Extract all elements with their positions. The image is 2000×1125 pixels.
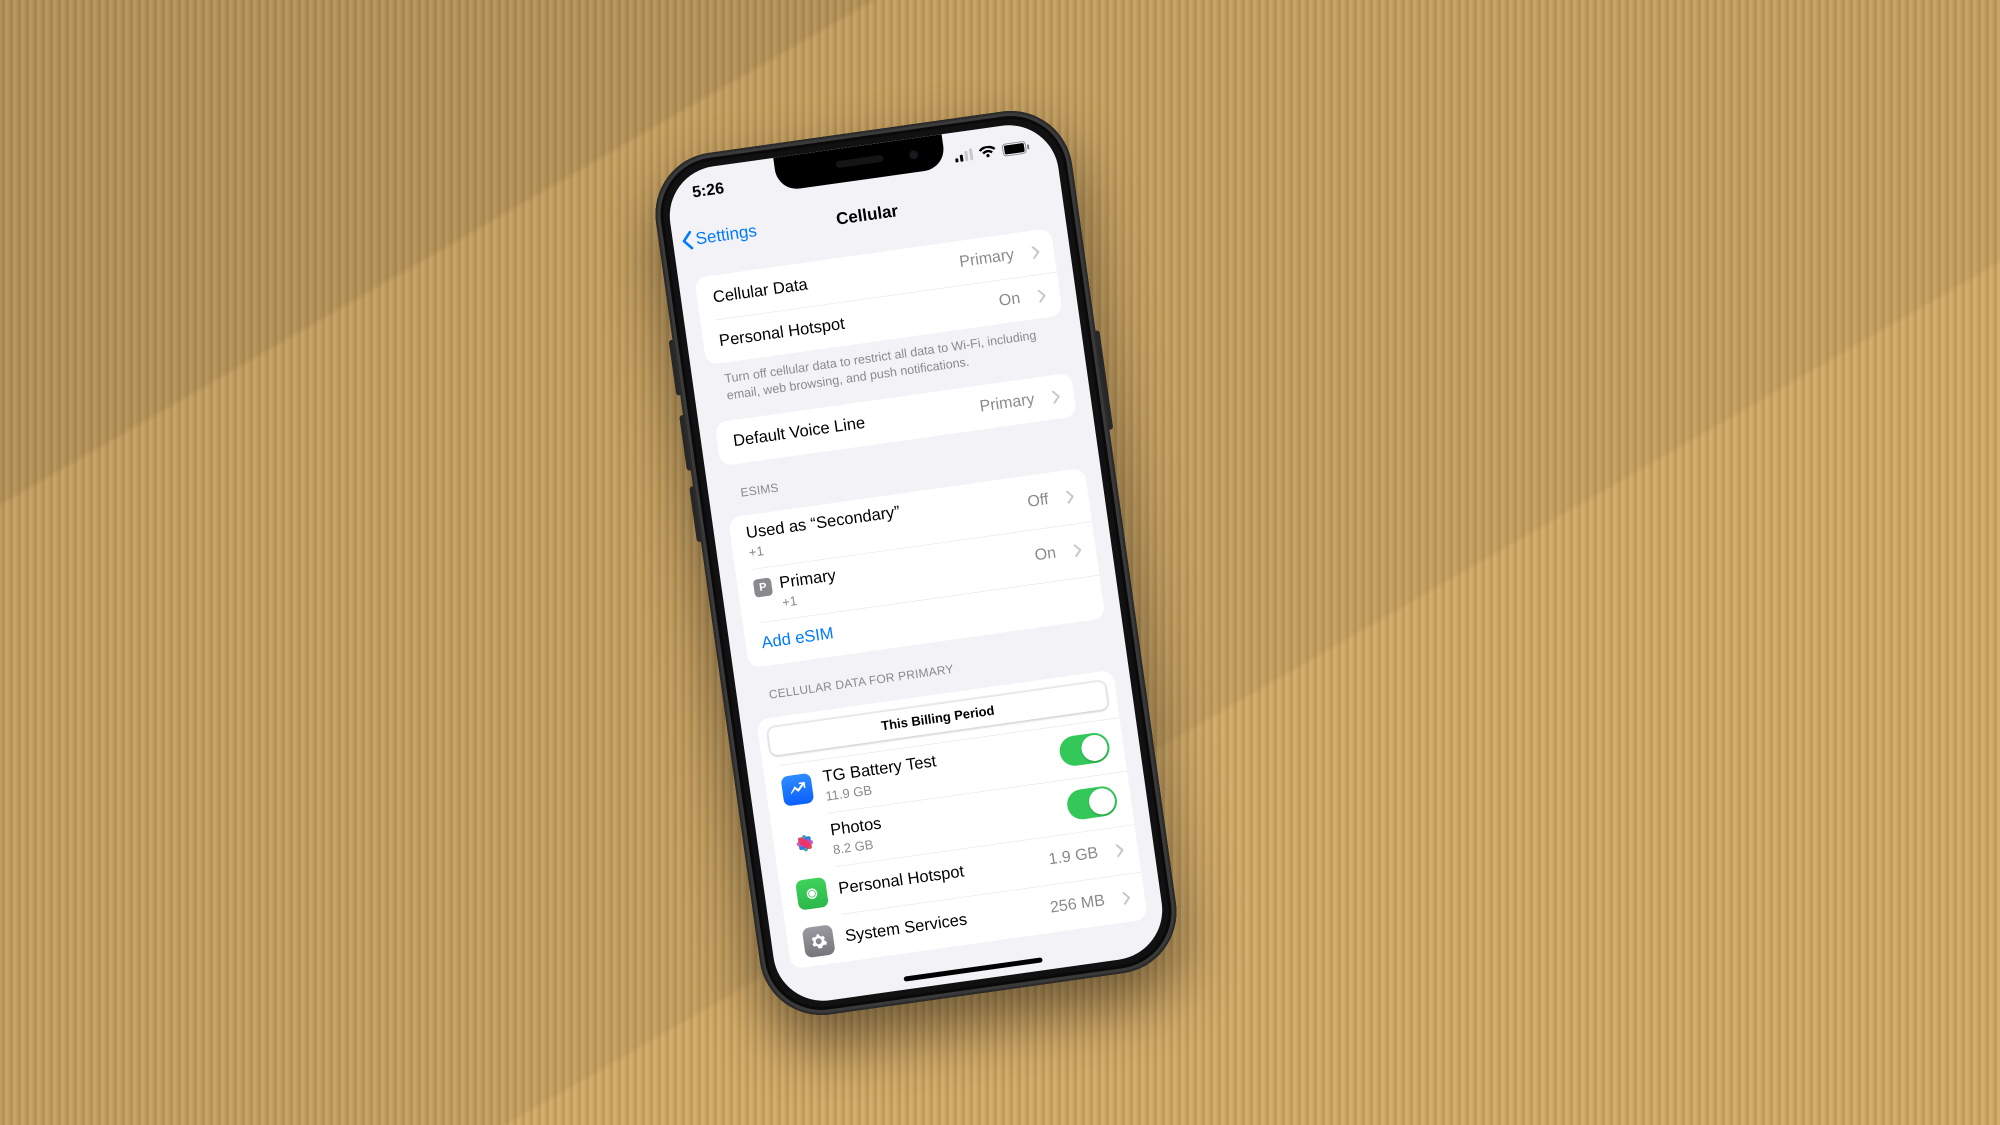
status-time: 5:26 — [691, 180, 725, 202]
back-button[interactable]: Settings — [680, 221, 758, 251]
sim-badge-icon: P — [753, 577, 773, 597]
segment-label: This Billing Period — [880, 702, 995, 733]
chevron-right-icon — [1065, 489, 1075, 504]
phone-frame: 5:26 — [648, 103, 1185, 1023]
system-services-usage: 256 MB — [1049, 891, 1106, 916]
esim-secondary-value: Off — [1026, 490, 1049, 511]
group-esims: Used as “Secondary” +1 Off P Primary +1 — [728, 467, 1106, 668]
settings-scroll[interactable]: Cellular Data Primary Personal Hotspot O… — [676, 209, 1169, 1006]
personal-hotspot-value: On — [998, 290, 1022, 311]
cellular-signal-icon — [954, 148, 973, 162]
add-esim-label: Add eSIM — [760, 624, 834, 653]
back-label: Settings — [694, 221, 758, 249]
chevron-right-icon — [1031, 244, 1041, 259]
chevron-right-icon — [1115, 842, 1125, 857]
hotspot-usage: 1.9 GB — [1048, 844, 1100, 869]
chevron-right-icon — [1037, 288, 1047, 303]
voice-line-label: Default Voice Line — [732, 399, 969, 451]
photos-flower-icon — [790, 828, 819, 857]
app-icon-battery-test — [780, 772, 814, 806]
battery-icon — [1001, 139, 1030, 156]
status-indicators — [954, 139, 1030, 162]
wifi-icon — [978, 144, 997, 158]
chevron-right-icon — [1051, 389, 1061, 404]
phone-screen: 5:26 — [663, 118, 1168, 1006]
voice-line-value: Primary — [979, 390, 1036, 415]
chevron-right-icon — [1122, 890, 1132, 905]
app-toggle[interactable] — [1058, 730, 1112, 767]
page-title: Cellular — [835, 201, 900, 229]
esim-primary-value: On — [1034, 544, 1058, 565]
gear-icon — [802, 924, 836, 958]
chevron-left-icon — [680, 230, 695, 251]
cellular-data-value: Primary — [958, 246, 1015, 271]
group-data-usage: This Billing Period TG Battery Test 11.9… — [756, 669, 1148, 969]
app-toggle[interactable] — [1065, 784, 1119, 821]
app-icon-photos — [788, 825, 822, 859]
chevron-right-icon — [1073, 542, 1083, 557]
hotspot-icon — [795, 876, 829, 910]
